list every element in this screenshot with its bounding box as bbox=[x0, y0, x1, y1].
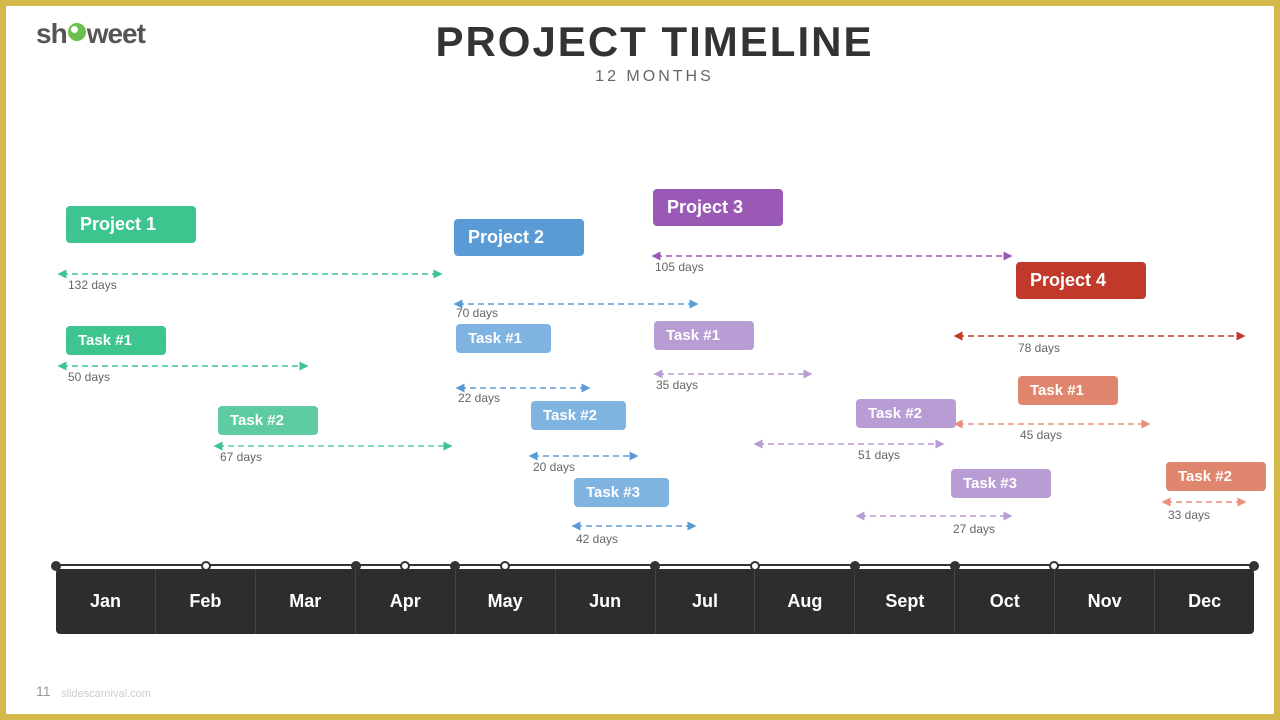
p2-task3-duration: 42 days bbox=[576, 532, 618, 546]
month-sept: Sept bbox=[855, 569, 955, 634]
p4-task1-box: Task #1 bbox=[1018, 376, 1118, 405]
p2-task2-label: Task #2 bbox=[543, 407, 597, 424]
p1-task2-box: Task #2 bbox=[218, 406, 318, 435]
month-jan: Jan bbox=[56, 569, 156, 634]
p2-task1-box: Task #1 bbox=[456, 324, 551, 353]
project-2-duration: 70 days bbox=[456, 306, 498, 320]
p3-task1-box: Task #1 bbox=[654, 321, 754, 350]
title-block: Project Timeline 12 Months bbox=[435, 18, 873, 86]
project-4-label: Project 4 bbox=[1030, 270, 1106, 290]
project-3-box: Project 3 bbox=[653, 189, 783, 226]
month-nov: Nov bbox=[1055, 569, 1155, 634]
project-3-label: Project 3 bbox=[667, 197, 743, 217]
month-jun: Jun bbox=[556, 569, 656, 634]
p3-task3-duration: 27 days bbox=[953, 522, 995, 536]
project-4-box: Project 4 bbox=[1016, 262, 1146, 299]
project-2-label: Project 2 bbox=[468, 227, 544, 247]
p2-task3-label: Task #3 bbox=[586, 484, 640, 501]
p1-task1-duration: 50 days bbox=[68, 370, 110, 384]
logo-icon bbox=[68, 23, 86, 41]
page-number: 11 bbox=[36, 683, 51, 699]
main-title: Project Timeline bbox=[435, 18, 873, 66]
project-1-label: Project 1 bbox=[80, 214, 156, 234]
watermark: slidescarnival.com bbox=[61, 688, 151, 700]
month-may: May bbox=[456, 569, 556, 634]
p2-task1-label: Task #1 bbox=[468, 330, 522, 347]
month-feb: Feb bbox=[156, 569, 256, 634]
p4-task2-label: Task #2 bbox=[1178, 468, 1232, 485]
p2-task1-duration: 22 days bbox=[458, 391, 500, 405]
p3-task2-box: Task #2 bbox=[856, 399, 956, 428]
p2-task3-box: Task #3 bbox=[574, 478, 669, 507]
p4-task1-label: Task #1 bbox=[1030, 382, 1084, 399]
p1-task2-label: Task #2 bbox=[230, 412, 284, 429]
project-1-duration: 132 days bbox=[68, 278, 117, 292]
p1-task1-label: Task #1 bbox=[78, 332, 132, 349]
p1-task2-duration: 67 days bbox=[220, 450, 262, 464]
month-apr: Apr bbox=[356, 569, 456, 634]
month-dec: Dec bbox=[1155, 569, 1254, 634]
p3-task2-duration: 51 days bbox=[858, 448, 900, 462]
page-container: sh weet Project Timeline 12 Months bbox=[6, 6, 1274, 714]
month-mar: Mar bbox=[256, 569, 356, 634]
p4-task1-duration: 45 days bbox=[1020, 428, 1062, 442]
logo-sh: sh bbox=[36, 18, 67, 50]
logo: sh weet bbox=[36, 18, 145, 50]
logo-weet: weet bbox=[87, 18, 145, 50]
subtitle: 12 Months bbox=[435, 68, 873, 86]
p2-task2-box: Task #2 bbox=[531, 401, 626, 430]
p3-task3-label: Task #3 bbox=[963, 475, 1017, 492]
p2-task2-duration: 20 days bbox=[533, 460, 575, 474]
project-4-duration: 78 days bbox=[1018, 341, 1060, 355]
p4-task2-duration: 33 days bbox=[1168, 508, 1210, 522]
p3-task1-duration: 35 days bbox=[656, 378, 698, 392]
header: sh weet Project Timeline 12 Months bbox=[6, 18, 1274, 86]
month-bar: Jan Feb Mar Apr May Jun Jul Aug Sept Oct… bbox=[56, 569, 1254, 634]
p3-task2-label: Task #2 bbox=[868, 405, 922, 422]
p1-task1-box: Task #1 bbox=[66, 326, 166, 355]
p4-task2-box: Task #2 bbox=[1166, 462, 1266, 491]
project-2-box: Project 2 bbox=[454, 219, 584, 256]
month-jul: Jul bbox=[656, 569, 756, 634]
timeline-area: Project 1 132 days Task #1 50 days Task … bbox=[56, 126, 1254, 634]
month-aug: Aug bbox=[755, 569, 855, 634]
p3-task3-box: Task #3 bbox=[951, 469, 1051, 498]
p3-task1-label: Task #1 bbox=[666, 327, 720, 344]
project-1-box: Project 1 bbox=[66, 206, 196, 243]
project-3-duration: 105 days bbox=[655, 260, 704, 274]
month-oct: Oct bbox=[955, 569, 1055, 634]
